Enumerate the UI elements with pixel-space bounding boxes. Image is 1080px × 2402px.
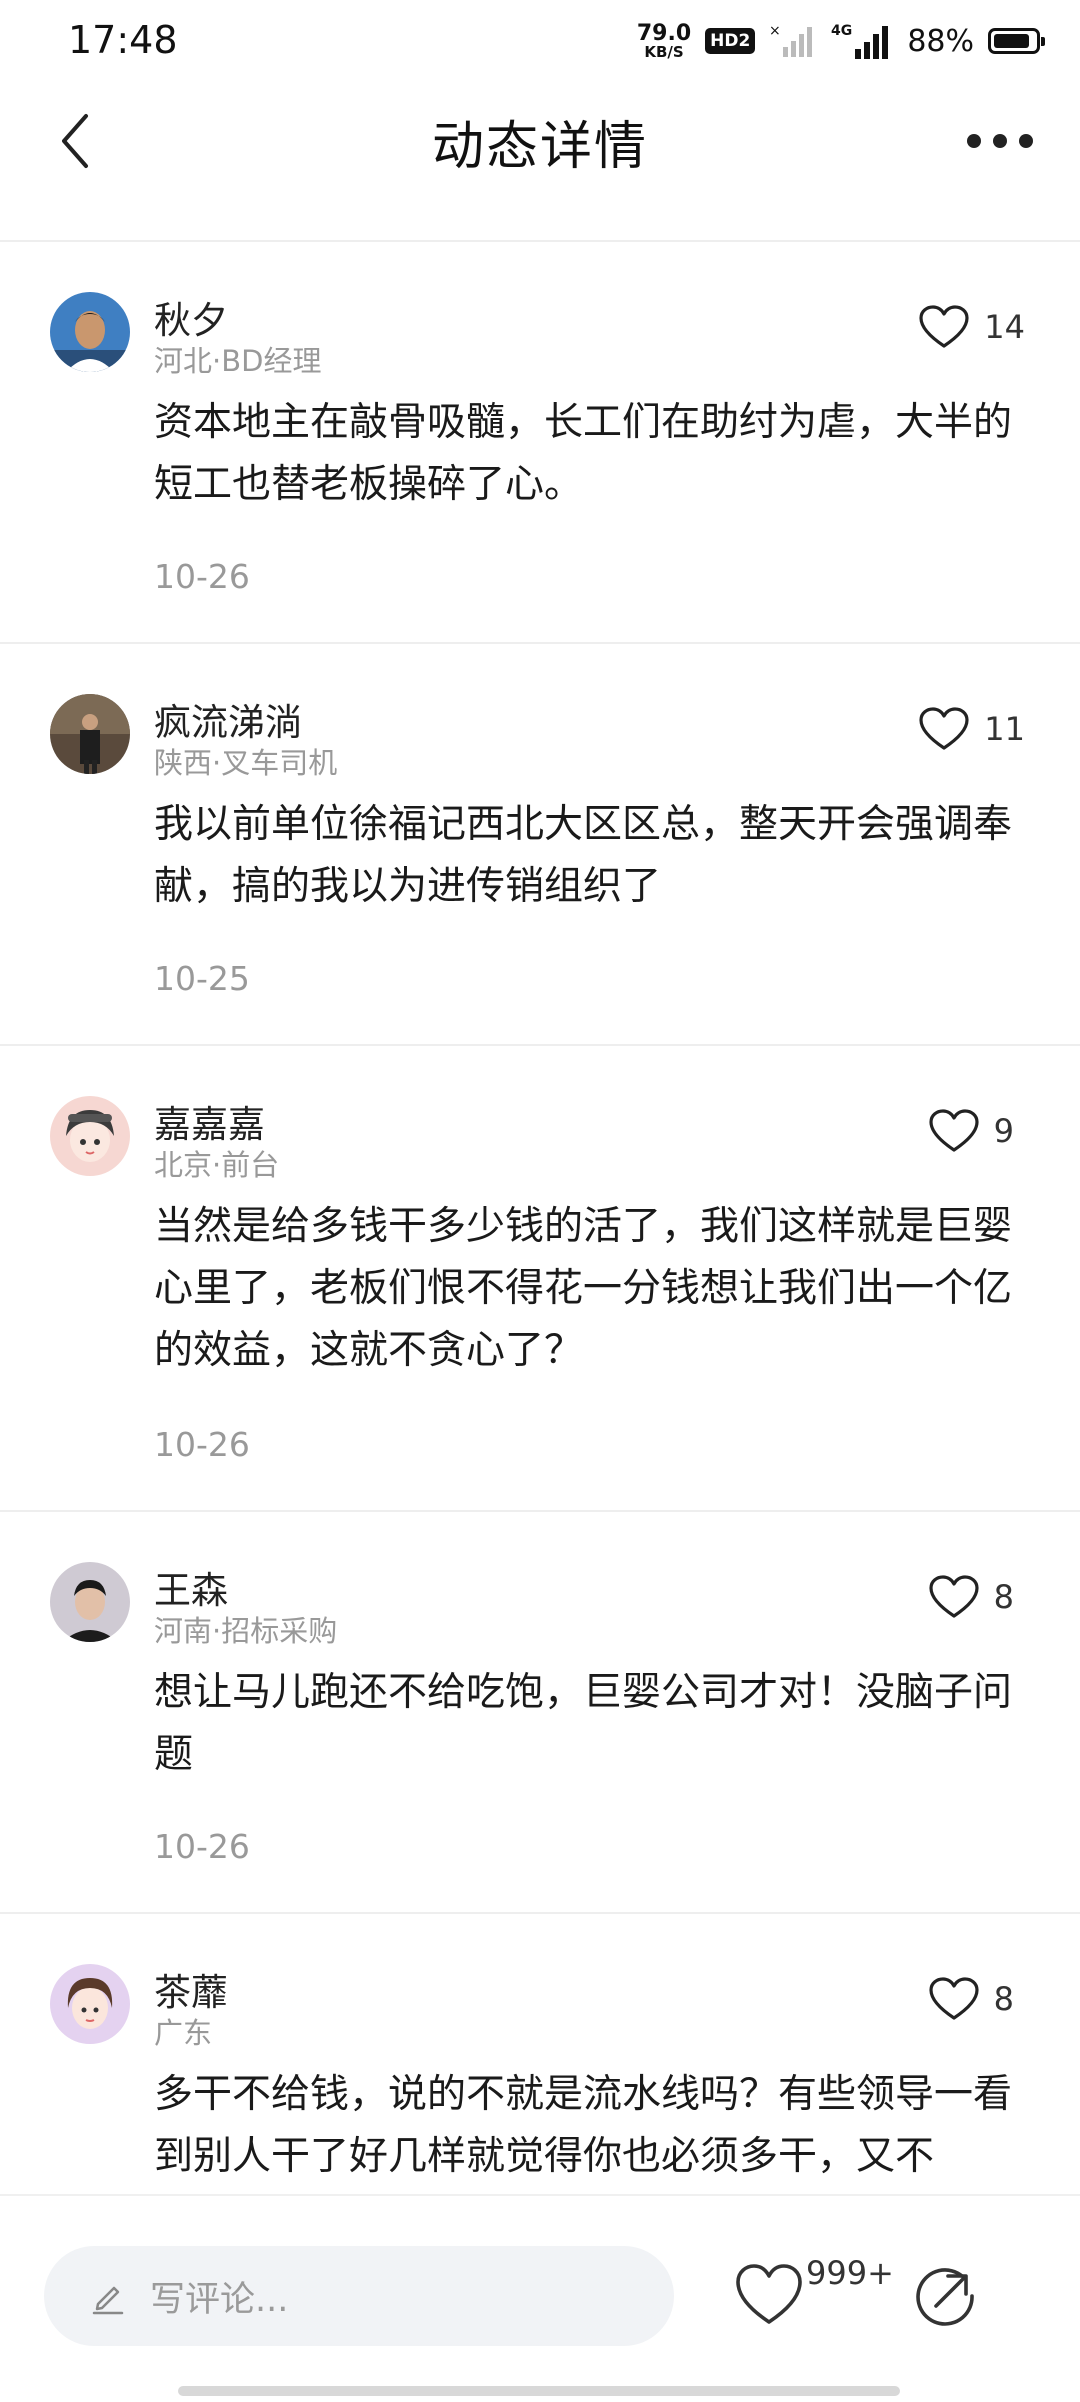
comment-input-placeholder: 写评论... <box>150 2279 289 2320</box>
comment-text: 我以前单位徐福记西北大区区总，整天开会强调奉献，搞的我以为进传销组织了 <box>154 802 1013 909</box>
battery-fill <box>994 34 1030 48</box>
comment-date: 10-25 <box>154 959 250 998</box>
page-title: 动态详情 <box>431 117 648 177</box>
like-button[interactable]: 11 <box>918 706 1025 752</box>
comment-list: 秋夕 河北·BD经理 14 资本地主在敲骨吸髓，长工们在助纣为虐，大半的短工也替… <box>0 242 1080 2192</box>
avatar-photo <box>50 1096 130 1176</box>
pen-icon <box>92 2286 124 2315</box>
more-button[interactable] <box>960 116 1040 166</box>
avatar-photo <box>50 292 130 372</box>
comment-text: 当然是给多钱干多少钱的活了，我们这样就是巨婴心里了，老板们恨不得花一分钱想让我们… <box>154 1204 1013 1373</box>
heart-icon <box>929 1575 979 1618</box>
like-button[interactable]: 9 <box>928 1108 1014 1154</box>
author-name[interactable]: 疯流涕淌 <box>154 692 302 746</box>
avatar-photo <box>50 1562 130 1642</box>
comment-item: 疯流涕淌 陕西·叉车司机 11 我以前单位徐福记西北大区区总，整天开会强调奉献，… <box>0 644 1080 1046</box>
like-count: 11 <box>984 710 1025 748</box>
author-name[interactable]: 秋夕 <box>154 290 228 344</box>
avatar-photo <box>50 1964 130 2044</box>
network-speed-unit: KB/S <box>644 42 684 61</box>
battery-icon <box>988 28 1045 54</box>
avatar[interactable] <box>50 1562 130 1642</box>
svg-text:×: × <box>769 23 781 39</box>
avatar[interactable] <box>50 1964 130 2044</box>
network-type-label: 4G <box>831 23 852 39</box>
comment-text: 资本地主在敲骨吸髓，长工们在助纣为虐，大半的短工也替老板操碎了心。 <box>154 400 1013 507</box>
more-dots-icon <box>967 134 1033 148</box>
like-count: 8 <box>993 1578 1014 1616</box>
author-name[interactable]: 茶蘼 <box>154 1962 228 2016</box>
like-count: 8 <box>993 1980 1014 2018</box>
comment-date: 10-26 <box>154 1827 250 1866</box>
comment-item: 秋夕 河北·BD经理 14 资本地主在敲骨吸髓，长工们在助纣为虐，大半的短工也替… <box>0 242 1080 644</box>
heart-icon <box>929 1977 979 2020</box>
author-name[interactable]: 王森 <box>154 1560 228 1614</box>
comment-item: 茶蘼 广东 8 多干不给钱，说的不就是流水线吗？有些领导一看到别人干了好几样就觉… <box>0 1914 1080 2192</box>
signal-4g-icon: 4G <box>831 23 889 59</box>
author-meta: 北京·前台 <box>154 1148 280 1182</box>
avatar-photo <box>50 694 130 774</box>
share-button[interactable] <box>912 2262 980 2330</box>
post-like-count: 999+ <box>806 2254 894 2292</box>
hd-badge: HD2 <box>705 28 756 54</box>
comment-input[interactable]: 写评论... <box>44 2246 674 2346</box>
status-time: 17:48 <box>68 18 178 62</box>
comment-text: 想让马儿跑还不给吃饱，巨婴公司才对！没脑子问题 <box>154 1670 1013 1777</box>
like-button[interactable]: 8 <box>928 1976 1014 2022</box>
author-meta: 河南·招标采购 <box>154 1614 338 1648</box>
author-meta: 河北·BD经理 <box>154 344 322 378</box>
like-button[interactable]: 14 <box>918 304 1025 350</box>
home-indicator[interactable] <box>178 2386 900 2396</box>
status-bar: 17:48 79.0 KB/S HD2 × 4G 88% <box>0 0 1080 80</box>
signal-sim1-icon: × <box>769 23 813 57</box>
author-meta: 陕西·叉车司机 <box>154 746 338 780</box>
status-icons: 79.0 KB/S HD2 × 4G 88% <box>636 18 1045 64</box>
header: 动态详情 <box>0 80 1080 242</box>
heart-icon <box>736 2264 802 2324</box>
author-name[interactable]: 嘉嘉嘉 <box>154 1094 265 1148</box>
comment-text: 多干不给钱，说的不就是流水线吗？有些领导一看到别人干了好几样就觉得你也必须多干，… <box>154 2072 1013 2179</box>
like-button[interactable]: 8 <box>928 1574 1014 1620</box>
comment-date: 10-26 <box>154 557 250 596</box>
comment-item: 嘉嘉嘉 北京·前台 9 当然是给多钱干多少钱的活了，我们这样就是巨婴心里了，老板… <box>0 1046 1080 1512</box>
comment-date: 10-26 <box>154 1425 250 1464</box>
network-speed: 79.0 KB/S <box>636 20 692 61</box>
avatar[interactable] <box>50 1096 130 1176</box>
battery-percent: 88% <box>907 23 974 59</box>
heart-icon <box>919 707 969 750</box>
bottom-bar: 写评论... 999+ <box>0 2194 1080 2402</box>
post-like-button[interactable] <box>734 2262 804 2328</box>
author-meta: 广东 <box>154 2016 213 2050</box>
avatar[interactable] <box>50 292 130 372</box>
share-icon <box>916 2268 974 2326</box>
comment-item: 王森 河南·招标采购 8 想让马儿跑还不给吃饱，巨婴公司才对！没脑子问题 10-… <box>0 1512 1080 1914</box>
like-count: 14 <box>984 308 1025 346</box>
like-count: 9 <box>993 1112 1014 1150</box>
network-speed-value: 79.0 <box>636 20 692 46</box>
avatar[interactable] <box>50 694 130 774</box>
heart-icon <box>929 1109 979 1152</box>
heart-icon <box>919 305 969 348</box>
